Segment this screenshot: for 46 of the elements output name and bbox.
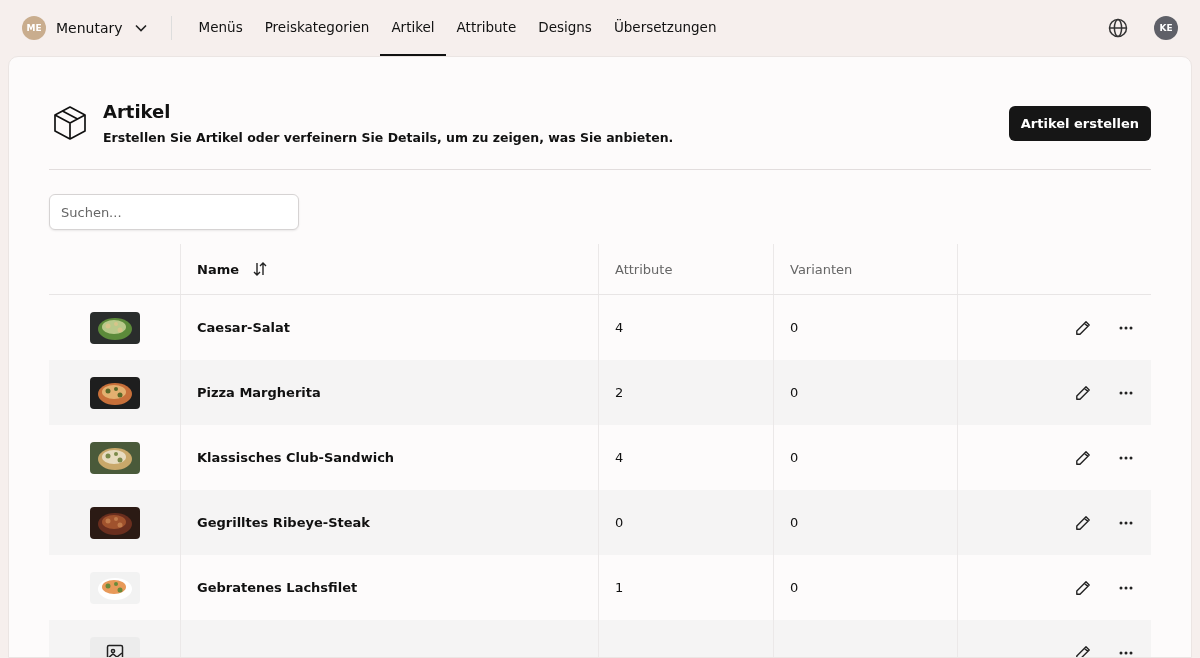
edit-icon[interactable] xyxy=(1075,514,1091,531)
user-avatar[interactable]: KE xyxy=(1154,16,1178,40)
page-subtitle: Erstellen Sie Artikel oder verfeinern Sie Details, um zu zeigen, was Sie anbieten. xyxy=(103,130,675,145)
attribute-count: 4 xyxy=(615,450,624,465)
column-header: Varianten xyxy=(790,261,853,277)
variant-count: 0 xyxy=(790,385,799,400)
nav-tab[interactable]: Attribute xyxy=(445,0,528,56)
more-icon[interactable] xyxy=(1119,520,1133,525)
page-title: Artikel xyxy=(103,101,172,122)
attribute-count: 2 xyxy=(615,385,624,400)
column-header: Attribute xyxy=(615,261,673,277)
article-name: Gebratenes Lachsfilet xyxy=(197,580,358,595)
chevron-down-icon[interactable] xyxy=(134,24,147,32)
nav-tab[interactable]: Designs xyxy=(527,0,603,56)
search-field[interactable]: Suchen... xyxy=(49,194,299,230)
create-article-button[interactable]: Artikel erstellen xyxy=(1008,105,1151,141)
nav-tab[interactable]: Übersetzungen xyxy=(602,0,728,56)
variant-count: 0 xyxy=(790,450,799,465)
variant-count: 0 xyxy=(790,515,799,530)
edit-icon[interactable] xyxy=(1075,579,1091,596)
more-icon[interactable] xyxy=(1119,585,1133,590)
column-header[interactable]: Name xyxy=(197,261,239,277)
more-icon[interactable] xyxy=(1119,325,1133,330)
attribute-count: 4 xyxy=(615,320,624,335)
edit-icon[interactable] xyxy=(1075,644,1091,657)
attribute-count: 0 xyxy=(615,515,624,530)
nav-tab[interactable]: Preiskategorien xyxy=(253,0,381,56)
nav-tab[interactable]: Menüs xyxy=(187,0,254,56)
more-icon[interactable] xyxy=(1119,390,1133,395)
attribute-count: 1 xyxy=(615,580,624,595)
article-name: Gegrilltes Ribeye-Steak xyxy=(197,515,370,530)
article-name: Pizza Margherita xyxy=(197,385,321,400)
edit-icon[interactable] xyxy=(1075,384,1091,401)
article-name: Klassisches Club-Sandwich xyxy=(197,450,395,465)
article-name: Caesar-Salat xyxy=(197,320,291,335)
variant-count: 0 xyxy=(790,580,799,595)
edit-icon[interactable] xyxy=(1075,319,1091,336)
sort-icon[interactable] xyxy=(253,262,267,276)
more-icon[interactable] xyxy=(1119,650,1133,655)
more-icon[interactable] xyxy=(1119,455,1133,460)
box-icon xyxy=(53,105,87,141)
edit-icon[interactable] xyxy=(1075,449,1091,466)
image-icon xyxy=(105,643,124,657)
variant-count: 0 xyxy=(790,320,799,335)
globe-icon[interactable] xyxy=(1108,18,1128,38)
account-name[interactable]: Menutary xyxy=(56,20,123,36)
